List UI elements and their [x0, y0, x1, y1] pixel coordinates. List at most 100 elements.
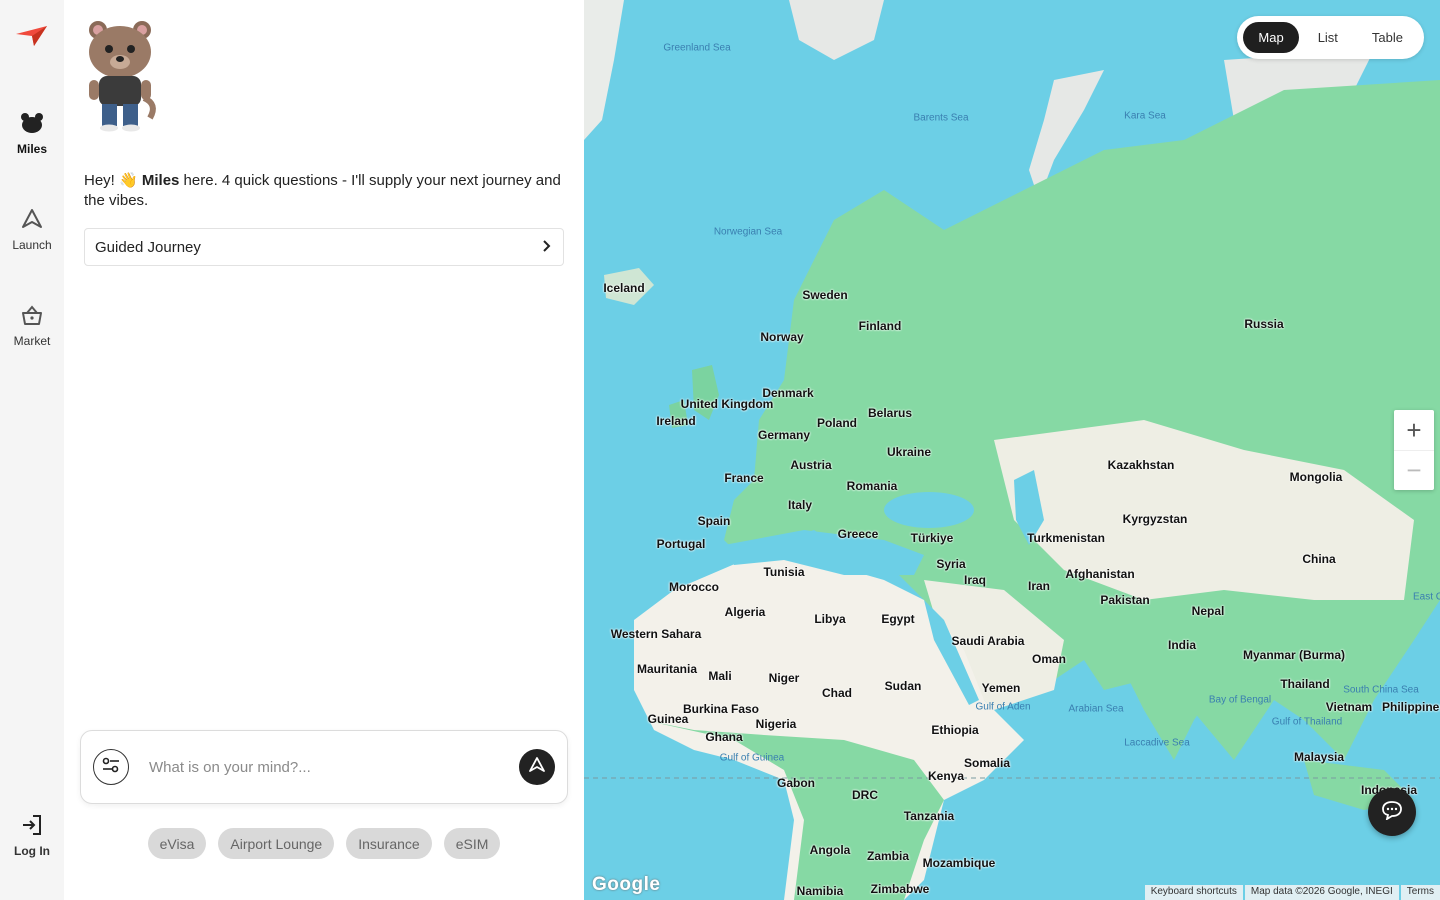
- map-sea-label: East C: [1412, 591, 1440, 603]
- map-country-label: Germany: [757, 428, 811, 442]
- map-sea-label: Kara Sea: [1124, 110, 1166, 122]
- map-sea-label: Bay of Bengal: [1208, 694, 1272, 706]
- map-country-label: Western Sahara: [610, 627, 702, 641]
- login-button[interactable]: Log In: [0, 812, 64, 858]
- map-country-label: Saudi Arabia: [951, 634, 1025, 648]
- map-country-label: India: [1167, 638, 1197, 652]
- rail-item-label: Market: [13, 334, 51, 348]
- rail-item-miles[interactable]: Miles: [0, 110, 64, 156]
- tab-list[interactable]: List: [1303, 22, 1353, 53]
- map-country-label: Philippines: [1381, 700, 1440, 714]
- message-input[interactable]: [149, 753, 509, 781]
- sliders-icon: [101, 756, 121, 779]
- map-country-label: China: [1302, 552, 1336, 566]
- map-country-label: Thailand: [1280, 677, 1330, 691]
- bear-icon: [19, 110, 45, 136]
- map-country-label: Kenya: [927, 769, 965, 783]
- rail-item-label: Miles: [16, 142, 47, 156]
- map-country-label: DRC: [852, 788, 878, 802]
- map-country-label: Iraq: [963, 573, 987, 587]
- chevron-right-icon: [541, 239, 551, 256]
- map-country-label: Kyrgyzstan: [1122, 512, 1188, 526]
- tab-table[interactable]: Table: [1357, 22, 1418, 53]
- map-country-label: Türkiye: [910, 531, 954, 545]
- chip-evisa[interactable]: eVisa: [147, 828, 207, 859]
- map-sea-label: Norwegian Sea: [713, 226, 783, 238]
- send-button[interactable]: [519, 749, 555, 785]
- zoom-in-button[interactable]: +: [1394, 410, 1434, 450]
- guided-journey-button[interactable]: Guided Journey: [84, 228, 564, 266]
- chip-esim[interactable]: eSIM: [443, 828, 501, 859]
- keyboard-shortcuts-link[interactable]: Keyboard shortcuts: [1144, 885, 1243, 900]
- terms-link[interactable]: Terms: [1400, 885, 1440, 900]
- chip-airport-lounge[interactable]: Airport Lounge: [218, 828, 335, 859]
- map-country-label: Algeria: [724, 605, 766, 619]
- map-country-label: Nigeria: [755, 717, 797, 731]
- map-country-label: Pakistan: [1100, 593, 1150, 607]
- zoom-control: + −: [1394, 410, 1434, 490]
- map-data-credit: Map data ©2026 Google, INEGI: [1244, 885, 1399, 900]
- map-country-label: Iran: [1027, 579, 1051, 593]
- message-composer: [80, 730, 568, 804]
- map-country-label: Belarus: [867, 406, 913, 420]
- assistant-name: Miles: [141, 172, 180, 189]
- rail-item-launch[interactable]: Launch: [0, 206, 64, 252]
- map-country-label: Greece: [837, 527, 879, 541]
- quick-chips: eVisa Airport Lounge Insurance eSIM: [64, 828, 584, 859]
- map-country-label: Sweden: [802, 288, 848, 302]
- map-country-label: Oman: [1031, 652, 1067, 666]
- login-label: Log In: [14, 844, 50, 858]
- map-country-label: Denmark: [762, 386, 814, 400]
- map-sea-label: Gulf of Guinea: [719, 752, 785, 764]
- map-country-label: Austria: [790, 458, 832, 472]
- app: Miles Launch Market Log In Hey! 👋 Miles …: [0, 0, 1440, 900]
- map-country-label: Romania: [846, 479, 898, 493]
- map-country-label: Portugal: [656, 537, 706, 551]
- map-country-label: Italy: [787, 498, 813, 512]
- google-logo: Google: [592, 874, 661, 895]
- map-country-label: Afghanistan: [1065, 567, 1135, 581]
- map-country-label: Egypt: [881, 612, 915, 626]
- rail-item-label: Launch: [12, 238, 52, 252]
- bear-mascot-avatar: [84, 18, 160, 132]
- map-country-label: Sudan: [884, 679, 922, 693]
- map-sea-label: Gulf of Aden: [975, 701, 1031, 713]
- launch-icon: [528, 756, 546, 779]
- greeting-message: Hey! 👋 Miles here. 4 quick questions - I…: [84, 171, 568, 211]
- map-country-label: Chad: [822, 686, 852, 700]
- basket-icon: [19, 302, 45, 328]
- map-country-label: Kazakhstan: [1107, 458, 1175, 472]
- paper-plane-icon[interactable]: [14, 22, 50, 50]
- map-country-label: France: [724, 471, 764, 485]
- map-landmass: [584, 0, 1440, 900]
- greeting-text: Hey! 👋: [84, 172, 142, 189]
- map-country-label: Ethiopia: [931, 723, 979, 737]
- map-country-label: Somalia: [963, 756, 1011, 770]
- map-attribution: Keyboard shortcuts Map data ©2026 Google…: [1143, 885, 1440, 900]
- chat-panel: Hey! 👋 Miles here. 4 quick questions - I…: [64, 0, 584, 900]
- map-country-label: Myanmar (Burma): [1242, 648, 1346, 662]
- map-country-label: Iceland: [603, 281, 645, 295]
- chat-bubble-button[interactable]: [1368, 788, 1416, 836]
- chip-insurance[interactable]: Insurance: [346, 828, 432, 859]
- map-country-label: Namibia: [796, 884, 844, 898]
- map-country-label: Guinea: [647, 712, 689, 726]
- map-country-label: Spain: [697, 514, 731, 528]
- map-country-label: Tanzania: [903, 809, 955, 823]
- map-country-label: Ukraine: [886, 445, 932, 459]
- map-country-label: Norway: [760, 330, 804, 344]
- map-country-label: Syria: [936, 557, 966, 571]
- rail-item-market[interactable]: Market: [0, 302, 64, 348]
- map-country-label: Poland: [816, 416, 858, 430]
- map-country-label: Nepal: [1191, 604, 1225, 618]
- tab-map[interactable]: Map: [1243, 22, 1299, 53]
- map-country-label: Mali: [708, 669, 732, 683]
- launch-icon: [19, 206, 45, 232]
- map-sea-label: South China Sea: [1343, 684, 1419, 696]
- map-country-label: Morocco: [668, 580, 720, 594]
- map-country-label: Malaysia: [1293, 750, 1345, 764]
- world-map[interactable]: Iceland Sweden Norway Finland Russia United K…: [584, 0, 1440, 900]
- zoom-out-button[interactable]: −: [1394, 450, 1434, 490]
- filters-button[interactable]: [93, 749, 129, 785]
- map-country-label: Zambia: [866, 849, 910, 863]
